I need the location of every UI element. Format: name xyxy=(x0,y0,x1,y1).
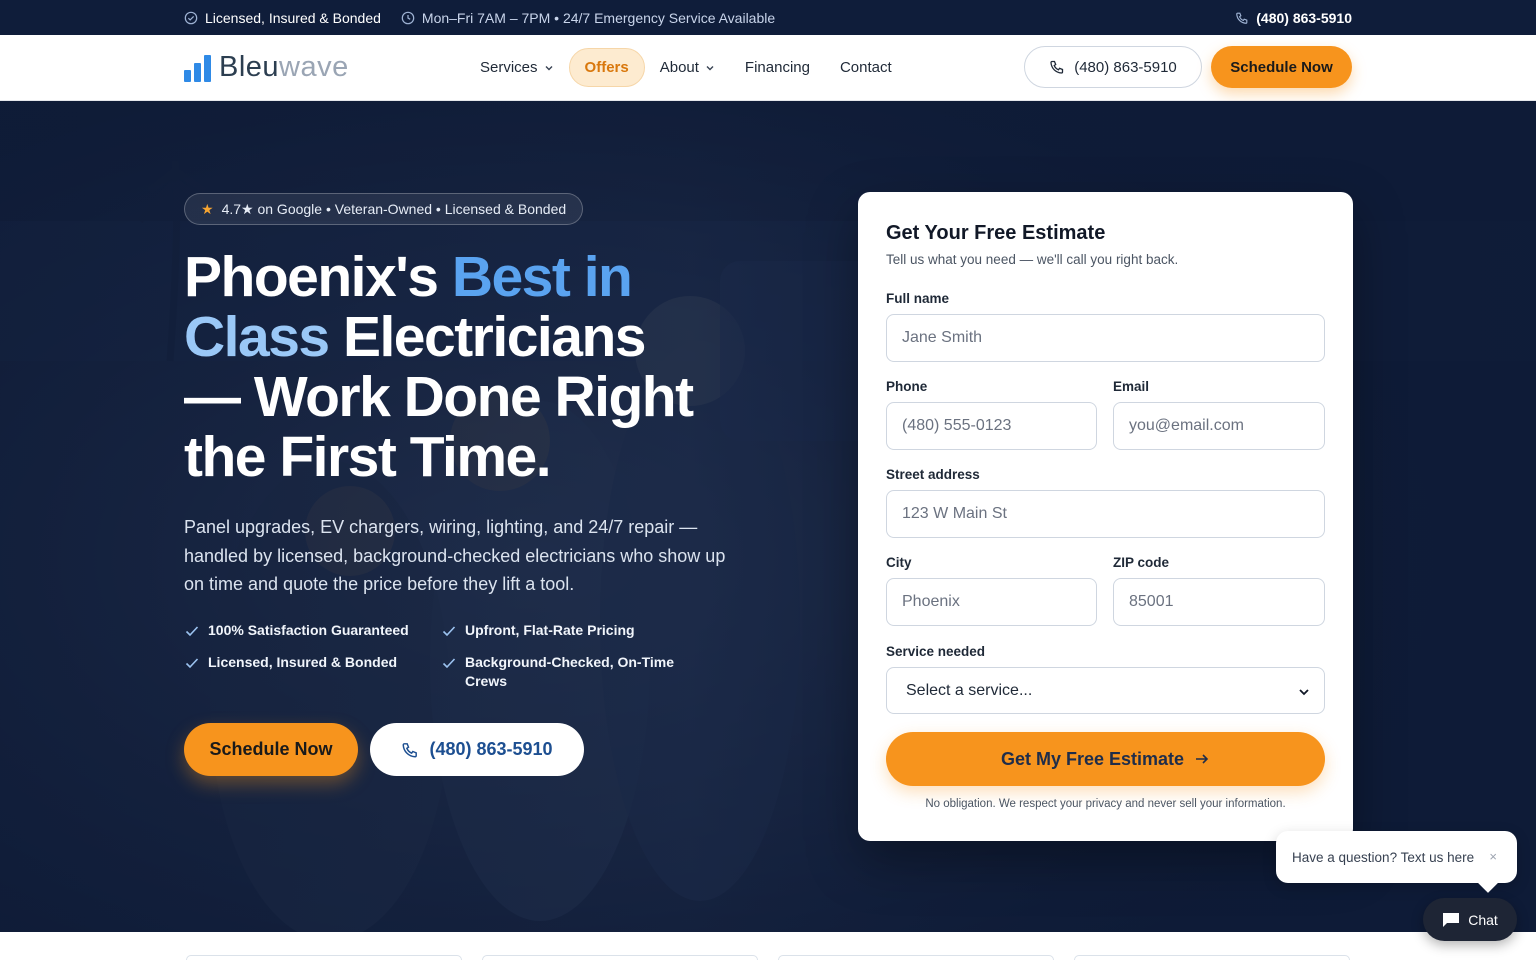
below-hero-strip xyxy=(0,932,1536,960)
logo[interactable]: Bleuwave xyxy=(184,51,349,84)
nav-services[interactable]: Services xyxy=(465,49,569,86)
chevron-down-icon xyxy=(706,65,714,70)
submit-estimate-button[interactable]: Get My Free Estimate xyxy=(886,732,1325,786)
main-nav: Bleuwave Services Offers About Financing… xyxy=(0,35,1536,101)
nav-contact[interactable]: Contact xyxy=(825,49,907,86)
check-item: Licensed, Insured & Bonded xyxy=(184,653,441,691)
rating-badge: ★ 4.7★ on Google • Veteran-Owned • Licen… xyxy=(184,193,584,225)
chevron-down-icon xyxy=(545,65,553,70)
email-label: Email xyxy=(1113,379,1150,394)
city-label: City xyxy=(886,555,912,570)
check-item: Background-Checked, On-Time Crews xyxy=(441,653,701,691)
service-label: Service needed xyxy=(886,644,986,659)
street-label: Street address xyxy=(886,467,980,482)
hero-subtext: Panel upgrades, EV chargers, wiring, lig… xyxy=(184,517,726,594)
fullname-input[interactable] xyxy=(886,314,1325,362)
logo-accent: wave xyxy=(279,51,349,83)
nav-financing[interactable]: Financing xyxy=(730,49,825,86)
city-input[interactable] xyxy=(886,578,1097,626)
phone-icon xyxy=(402,742,418,757)
feature-tile xyxy=(186,955,462,960)
licensed-info: Licensed, Insured & Bonded xyxy=(184,10,381,26)
checkmark-icon xyxy=(442,658,456,669)
phone-label: Phone xyxy=(886,379,928,394)
street-input[interactable] xyxy=(886,490,1325,538)
check-item: Upfront, Flat-Rate Pricing xyxy=(441,621,701,640)
nav-about[interactable]: About xyxy=(645,49,730,86)
estimate-form: Get Your Free Estimate Tell us what you … xyxy=(858,192,1353,841)
form-disclaimer: No obligation. We respect your privacy a… xyxy=(925,798,1286,810)
nav-links: Services Offers About Financing Contact xyxy=(465,48,907,87)
hero-schedule-button[interactable]: Schedule Now xyxy=(184,723,358,776)
form-subtitle: Tell us what you need — we'll call you r… xyxy=(886,252,1179,267)
feature-tile xyxy=(482,955,758,960)
check-circle-icon xyxy=(184,11,198,24)
hero-checklist: 100% Satisfaction Guaranteed Upfront, Fl… xyxy=(184,621,704,691)
check-item: 100% Satisfaction Guaranteed xyxy=(184,621,441,640)
clock-icon xyxy=(401,11,415,24)
phone-input[interactable] xyxy=(886,402,1097,450)
checkmark-icon xyxy=(185,658,199,669)
feature-tile xyxy=(778,955,1054,960)
nav-phone-button[interactable]: (480) 863-5910 xyxy=(1024,46,1202,88)
phone-icon xyxy=(1050,60,1064,74)
chat-button[interactable]: Chat xyxy=(1423,898,1517,941)
hours-info: Mon–Fri 7AM – 7PM • 24/7 Emergency Servi… xyxy=(401,10,775,26)
topbar-phone-link[interactable]: (480) 863-5910 xyxy=(1235,10,1352,26)
zip-label: ZIP code xyxy=(1113,555,1170,570)
hero-section: ★ 4.7★ on Google • Veteran-Owned • Licen… xyxy=(0,101,1536,932)
chat-icon xyxy=(1443,912,1460,927)
feature-tile xyxy=(1074,955,1350,960)
top-bar: Licensed, Insured & Bonded Mon–Fri 7AM –… xyxy=(0,0,1536,35)
close-icon[interactable]: × xyxy=(1489,849,1497,864)
email-input[interactable] xyxy=(1113,402,1325,450)
chat-prompt-bubble[interactable]: Have a question? Text us here × xyxy=(1276,831,1517,893)
hero-phone-button[interactable]: (480) 863-5910 xyxy=(370,723,584,776)
star-icon: ★ xyxy=(201,200,214,217)
checkmark-icon xyxy=(442,626,456,637)
phone-icon xyxy=(1236,12,1248,24)
nav-schedule-button[interactable]: Schedule Now xyxy=(1211,46,1352,88)
service-select[interactable]: Select a service... xyxy=(886,667,1325,714)
form-title: Get Your Free Estimate xyxy=(886,222,1106,244)
logo-bars-icon xyxy=(184,54,211,82)
logo-main: Bleu xyxy=(219,51,280,83)
fullname-label: Full name xyxy=(886,291,950,306)
nav-offers[interactable]: Offers xyxy=(568,48,645,87)
zip-input[interactable] xyxy=(1113,578,1325,626)
chevron-down-icon xyxy=(1299,689,1309,696)
checkmark-icon xyxy=(185,626,199,637)
hero-headline: Phoenix's Best in Class Electricians — Wor… xyxy=(184,245,694,489)
arrow-right-icon xyxy=(1196,754,1209,764)
